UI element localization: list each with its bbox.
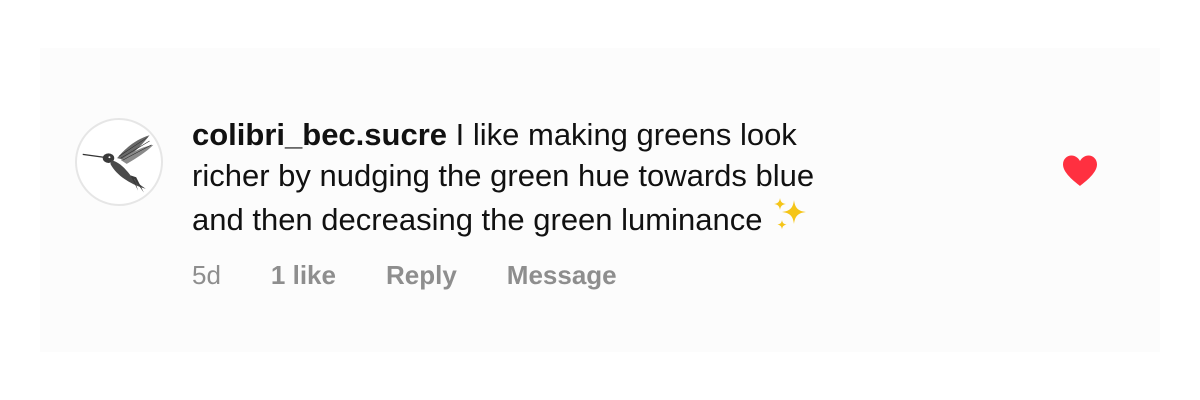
comment-meta: 5d 1 like Reply Message	[192, 258, 617, 292]
comment-text: colibri_bec.sucre I like making greens l…	[192, 114, 972, 244]
comment-item: colibri_bec.sucre I like making greens l…	[40, 48, 1160, 352]
username-link[interactable]: colibri_bec.sucre	[192, 117, 447, 152]
sparkles-icon	[770, 196, 810, 244]
comment-line-1: I like making greens look	[455, 117, 797, 152]
heart-icon[interactable]	[1061, 154, 1099, 188]
comment-panel: colibri_bec.sucre I like making greens l…	[40, 48, 1160, 352]
comment-body: colibri_bec.sucre I like making greens l…	[192, 114, 972, 244]
reply-button[interactable]: Reply	[386, 260, 457, 291]
message-button[interactable]: Message	[507, 260, 617, 291]
comment-line-3: and then decreasing the green luminance	[192, 202, 763, 237]
like-count[interactable]: 1 like	[271, 260, 336, 291]
comment-line-2: richer by nudging the green hue towards …	[192, 158, 815, 193]
hummingbird-icon	[82, 135, 154, 193]
comment-time: 5d	[192, 259, 221, 290]
avatar[interactable]	[75, 118, 163, 206]
